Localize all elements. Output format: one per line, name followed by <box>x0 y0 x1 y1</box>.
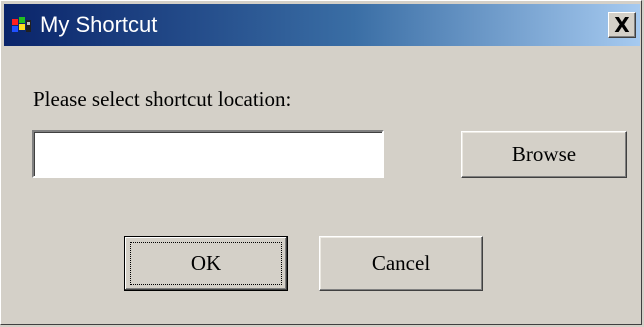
close-icon: X <box>614 12 630 37</box>
title-bar[interactable]: My Shortcut X <box>4 4 640 46</box>
ok-button-label: OK <box>190 251 222 275</box>
window-title: My Shortcut <box>40 12 158 37</box>
browse-button[interactable]: Browse <box>461 131 627 178</box>
cancel-button-label: Cancel <box>371 251 431 275</box>
shortcut-dialog: My Shortcut X Please select shortcut loc… <box>0 0 642 325</box>
close-button[interactable]: X <box>608 12 636 38</box>
ok-button[interactable]: OK <box>124 236 288 291</box>
shortcut-location-input[interactable] <box>32 130 384 178</box>
location-prompt-label: Please select shortcut location: <box>33 87 292 111</box>
app-icon <box>12 17 31 32</box>
cancel-button[interactable]: Cancel <box>319 236 483 291</box>
browse-button-label: Browse <box>511 142 577 166</box>
